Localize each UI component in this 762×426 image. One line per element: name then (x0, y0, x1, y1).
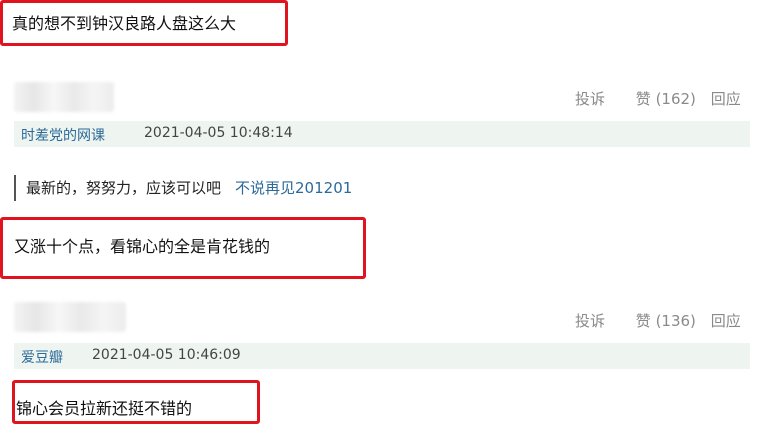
quote-text: 最新的，努努力，应该可以吧 (26, 179, 222, 197)
timestamp: 2021-04-05 10:48:14 (144, 125, 293, 141)
like-button[interactable]: 赞 (162) (636, 90, 696, 108)
quoted-reply: 最新的，努努力，应该可以吧 不说再见201201 (14, 175, 352, 201)
report-button[interactable]: 投诉 (575, 312, 605, 330)
timestamp: 2021-04-05 10:46:09 (92, 347, 241, 363)
quote-author-link[interactable]: 不说再见201201 (235, 179, 352, 197)
report-button[interactable]: 投诉 (575, 90, 605, 108)
comment-meta-bar-2: 爱豆瓣 2021-04-05 10:46:09 (14, 343, 750, 369)
reply-button[interactable]: 回应 (711, 90, 741, 108)
comment-text-3: 锦心会员拉新还挺不错的 (16, 399, 193, 418)
comment-actions-2: 投诉 赞 (136) 回应 (575, 310, 741, 331)
username-link[interactable]: 时差党的网课 (21, 125, 105, 145)
comment-text-2: 又涨十个点，看锦心的全是肯花钱的 (14, 237, 271, 256)
blurred-avatar-2 (14, 302, 126, 332)
username-link[interactable]: 爱豆瓣 (21, 347, 63, 367)
like-button[interactable]: 赞 (136) (636, 312, 696, 330)
comment-text-1: 真的想不到钟汉良路人盘这么大 (12, 14, 237, 33)
blurred-avatar-1 (14, 82, 114, 112)
comment-actions-1: 投诉 赞 (162) 回应 (575, 88, 741, 109)
reply-button[interactable]: 回应 (711, 312, 741, 330)
comment-meta-bar-1: 时差党的网课 2021-04-05 10:48:14 (14, 121, 750, 147)
